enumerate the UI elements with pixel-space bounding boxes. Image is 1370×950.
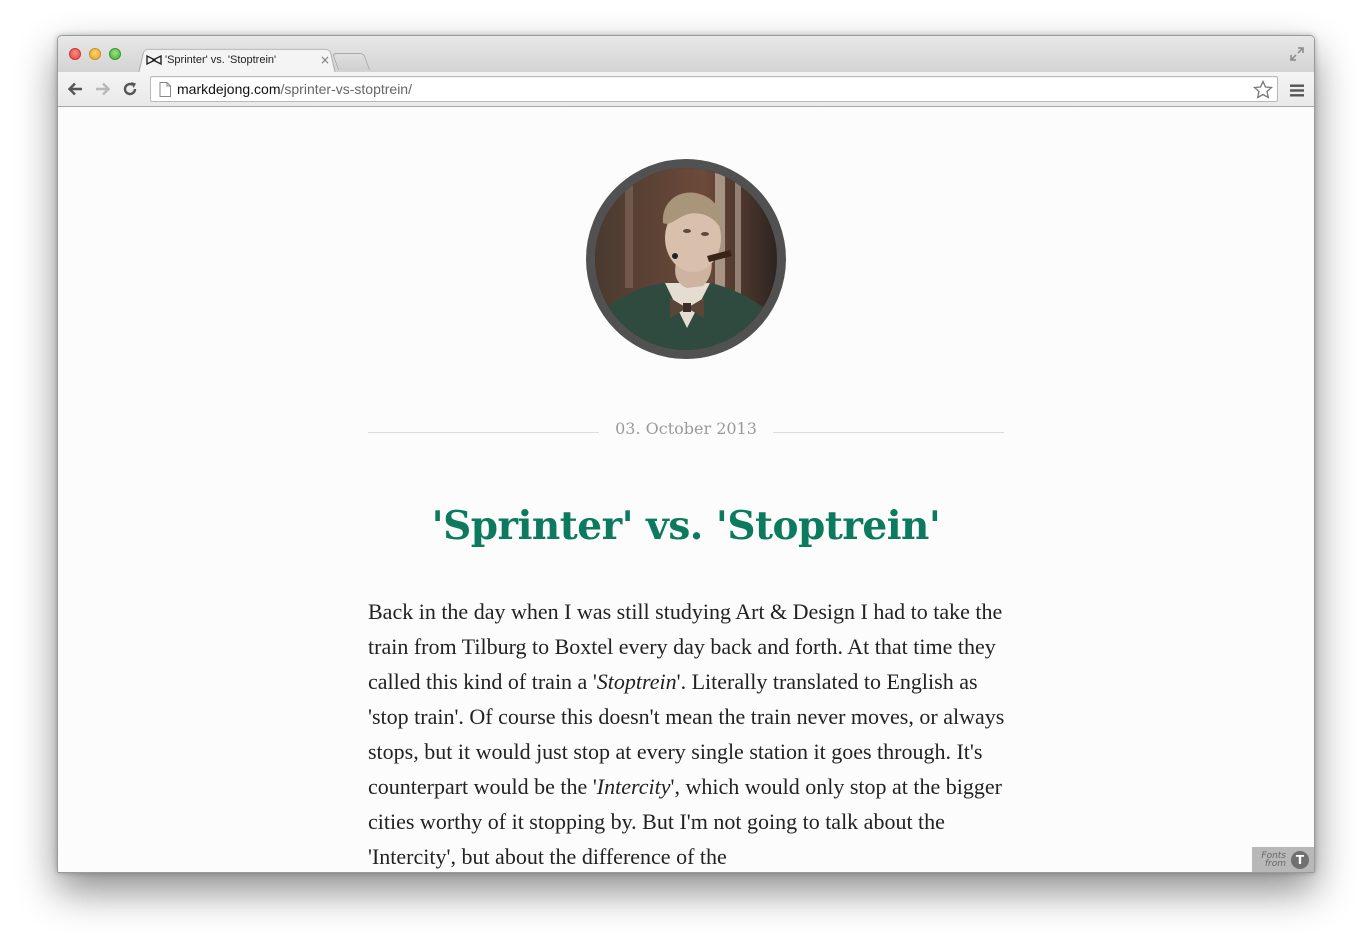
page-icon <box>159 82 171 97</box>
fonts-badge-text: Fonts from <box>1261 851 1286 869</box>
url-text[interactable]: markdejong.com/sprinter-vs-stoptrein/ <box>177 81 412 97</box>
post-body: Back in the day when I was still studyin… <box>368 594 1008 872</box>
menu-icon[interactable] <box>1290 82 1304 97</box>
post-date: 03. October 2013 <box>599 419 773 438</box>
bowtie-icon <box>146 55 162 65</box>
body-emphasis-intercity: Intercity <box>596 774 671 799</box>
close-window-button[interactable] <box>69 48 81 60</box>
zoom-window-button[interactable] <box>109 48 121 60</box>
url-path: /sprinter-vs-stoptrein/ <box>280 81 412 97</box>
title-bar: 'Sprinter' vs. 'Stoptrein' × <box>58 36 1314 74</box>
typekit-logo-icon: T <box>1291 850 1309 869</box>
tab-close-icon[interactable]: × <box>320 53 330 67</box>
reload-icon[interactable] <box>121 80 139 98</box>
fonts-from-badge[interactable]: Fonts from T <box>1252 847 1314 872</box>
post-date-row: 03. October 2013 <box>368 419 1004 443</box>
active-tab-content[interactable]: 'Sprinter' vs. 'Stoptrein' × <box>146 50 332 70</box>
post-title: 'Sprinter' vs. 'Stoptrein' <box>431 503 941 549</box>
browser-window: 'Sprinter' vs. 'Stoptrein' × markdejong.… <box>57 35 1315 873</box>
minimize-window-button[interactable] <box>89 48 101 60</box>
author-avatar <box>586 159 786 359</box>
page-content: 03. October 2013 'Sprinter' vs. 'Stoptre… <box>58 107 1314 872</box>
avatar-portrait <box>595 168 777 350</box>
fonts-badge-line2: from <box>1264 858 1286 869</box>
forward-arrow-icon[interactable] <box>94 80 112 98</box>
fullscreen-icon[interactable] <box>1290 46 1304 61</box>
url-host: markdejong.com <box>177 81 281 97</box>
star-icon[interactable] <box>1252 79 1274 99</box>
back-arrow-icon[interactable] <box>66 80 84 98</box>
tab-title: 'Sprinter' vs. 'Stoptrein' <box>165 54 277 66</box>
toolbar: markdejong.com/sprinter-vs-stoptrein/ <box>58 72 1314 107</box>
new-tab-button[interactable] <box>331 53 371 70</box>
address-bar[interactable]: markdejong.com/sprinter-vs-stoptrein/ <box>150 76 1278 102</box>
body-emphasis-stoptrein: Stoptrein <box>596 669 677 694</box>
